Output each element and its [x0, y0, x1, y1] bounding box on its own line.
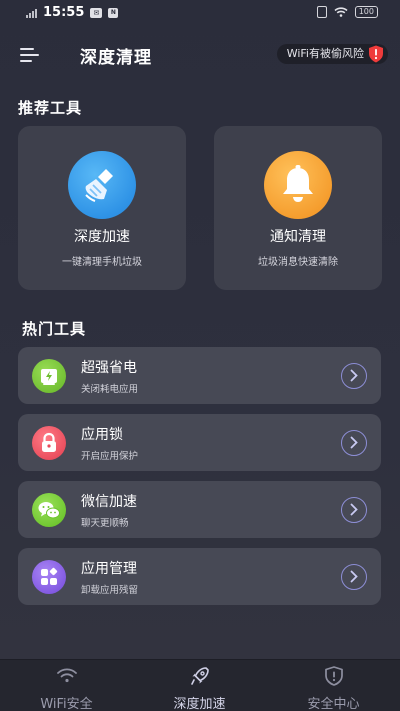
chevron-right-icon[interactable] [341, 564, 367, 590]
list-item-title: 微信加速 [81, 494, 137, 510]
warning-shield-icon [369, 45, 383, 63]
wifi-icon [334, 7, 348, 17]
tab-label: 安全中心 [307, 697, 360, 711]
status-bar: 15:55 ✉ N 100 [0, 0, 400, 28]
battery-charge-icon [32, 359, 66, 393]
list-item-power-saving[interactable]: 超强省电 关闭耗电应用 [18, 347, 381, 404]
list-item-app-management[interactable]: 应用管理 卸载应用残留 [18, 548, 381, 605]
chevron-right-icon[interactable] [341, 363, 367, 389]
status-left: 15:55 ✉ N [26, 5, 119, 20]
wifi-icon [57, 668, 77, 683]
recommended-section-title: 推荐工具 [18, 99, 83, 117]
vibrate-icon [316, 6, 327, 18]
card-subtitle: 垃圾消息快速清除 [258, 257, 338, 268]
card-notification-clean[interactable]: 通知清理 垃圾消息快速清除 [214, 126, 382, 290]
lock-icon [32, 426, 66, 460]
list-item-wechat-accelerate[interactable]: 微信加速 聊天更顺畅 [18, 481, 381, 538]
battery-icon: 100 [354, 6, 378, 18]
message-icon: ✉ [90, 7, 103, 18]
status-right: 100 [316, 6, 378, 18]
signal-icon [26, 8, 37, 18]
chevron-right-icon[interactable] [341, 430, 367, 456]
rocket-icon [191, 667, 209, 685]
bottom-nav: WiFi安全 深度加速 安全中心 [0, 659, 400, 711]
shield-alert-icon [325, 666, 343, 686]
chevron-right-icon[interactable] [341, 497, 367, 523]
tab-label: WiFi安全 [40, 697, 93, 711]
hot-section-title: 热门工具 [22, 320, 87, 338]
card-deep-accelerate[interactable]: 深度加速 一键清理手机垃圾 [18, 126, 186, 290]
page-title: 深度清理 [80, 48, 152, 68]
nfc-icon: N [108, 7, 119, 18]
wifi-warning-banner[interactable]: WiFi有被偷风险 [276, 44, 388, 64]
tab-deep-accelerate[interactable]: 深度加速 [133, 660, 266, 711]
card-title: 通知清理 [270, 229, 326, 245]
status-time: 15:55 [43, 5, 85, 20]
bell-icon [264, 151, 332, 219]
list-item-subtitle: 卸载应用残留 [81, 585, 139, 596]
tab-label: 深度加速 [173, 697, 226, 711]
list-item-app-lock[interactable]: 应用锁 开启应用保护 [18, 414, 381, 471]
apps-icon [32, 560, 66, 594]
wechat-icon [32, 493, 66, 527]
wifi-warning-text: WiFi有被偷风险 [286, 47, 364, 60]
card-title: 深度加速 [74, 229, 130, 245]
list-item-subtitle: 开启应用保护 [81, 451, 139, 462]
list-item-title: 应用锁 [81, 427, 123, 443]
list-item-title: 超强省电 [81, 360, 137, 376]
broom-icon [68, 151, 136, 219]
tab-security-center[interactable]: 安全中心 [267, 660, 400, 711]
header: 深度清理 WiFi有被偷风险 [0, 38, 400, 72]
card-subtitle: 一键清理手机垃圾 [62, 257, 142, 268]
list-item-subtitle: 关闭耗电应用 [81, 384, 139, 395]
list-item-subtitle: 聊天更顺畅 [81, 518, 129, 529]
list-item-title: 应用管理 [81, 561, 137, 577]
menu-icon[interactable] [20, 46, 42, 64]
tab-wifi-security[interactable]: WiFi安全 [0, 660, 133, 711]
